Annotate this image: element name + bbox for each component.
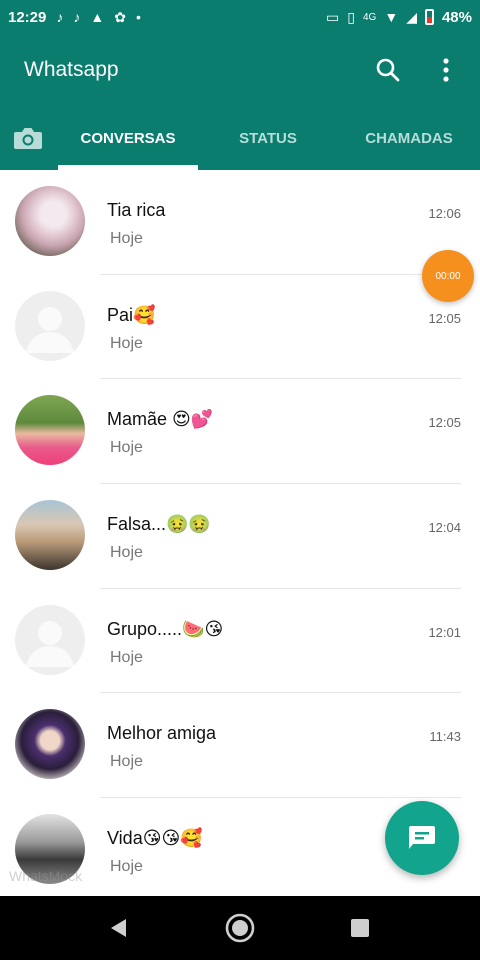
chat-preview: Hoje — [110, 648, 143, 666]
message-icon — [409, 826, 435, 849]
more-vert-icon — [443, 58, 449, 82]
system-icons: ▭ ▯ 4G ▼ ◢ 48% — [326, 0, 472, 34]
camera-icon — [14, 128, 42, 149]
chat-name: Grupo.....🍉😘 — [107, 618, 224, 639]
app-title: Whatsapp — [24, 58, 119, 81]
chat-row[interactable]: Tia rica Hoje 12:06 — [0, 170, 480, 275]
chat-name: Falsa...🤢🤢 — [107, 514, 211, 535]
chat-preview: Hoje — [110, 439, 143, 457]
battery-icon — [424, 9, 434, 25]
search-icon — [376, 58, 400, 82]
recording-indicator[interactable]: 00:00 — [422, 250, 474, 302]
notification-icons: ♪ ♪ ▲ ✿ • — [56, 9, 141, 26]
tab-status[interactable]: STATUS — [200, 130, 336, 147]
tiktok-icon: ♪ — [56, 9, 64, 25]
dot-icon: • — [135, 9, 141, 25]
tab-chamadas[interactable]: CHAMADAS — [338, 130, 480, 147]
tab-conversas[interactable]: CONVERSAS — [58, 130, 198, 147]
status-time: 12:29 — [8, 8, 47, 26]
chat-preview: Hoje — [110, 334, 143, 352]
notification-icon: ✿ — [114, 8, 126, 25]
navigation-bar — [0, 896, 480, 960]
watermark: WhatsMock — [9, 868, 83, 884]
chat-name: Tia rica — [107, 200, 166, 220]
avatar — [15, 186, 85, 256]
chat-row[interactable]: Grupo.....🍉😘 Hoje 12:01 — [0, 589, 480, 694]
chat-name: Pai🥰 — [107, 304, 156, 325]
tab-camera[interactable] — [12, 124, 44, 152]
new-chat-button[interactable] — [385, 801, 459, 875]
status-bar: 12:29 ♪ ♪ ▲ ✿ • ▭ ▯ 4G ▼ ◢ 48% — [0, 0, 480, 34]
chat-name: Vida😘😘🥰 — [107, 828, 203, 849]
nav-home-button[interactable] — [220, 910, 260, 946]
home-icon — [225, 913, 255, 943]
warning-icon: ▲ — [90, 9, 105, 25]
avatar — [15, 709, 85, 780]
chat-list: Tia rica Hoje 12:06 Pai🥰 Hoje 12:05 Mamã… — [0, 170, 480, 896]
chat-time: 12:06 — [428, 206, 461, 221]
chat-row[interactable]: Pai🥰 Hoje 12:05 — [0, 275, 480, 380]
chat-name: Melhor amiga — [107, 723, 217, 744]
chat-preview: Hoje — [110, 858, 143, 876]
chat-preview: Hoje — [110, 230, 143, 247]
app-bar: Whatsapp — [0, 34, 480, 108]
back-icon — [111, 919, 126, 937]
search-button[interactable] — [370, 52, 406, 88]
chat-time: 12:05 — [428, 310, 461, 326]
cast-icon: ▭ — [326, 8, 340, 25]
battery-percent: 48% — [441, 8, 472, 26]
default-avatar-icon — [15, 290, 85, 361]
chat-preview: Hoje — [110, 753, 143, 771]
chat-name: Mamãe 😍💕 — [107, 409, 214, 430]
more-options-button[interactable] — [428, 52, 464, 88]
tiktok-icon: ♪ — [73, 9, 81, 25]
avatar — [15, 395, 85, 466]
chat-time: 12:05 — [428, 415, 461, 431]
chat-preview: Hoje — [110, 544, 143, 562]
chat-time: 11:43 — [429, 729, 461, 745]
chat-time: 12:01 — [428, 624, 461, 640]
network-label: 4G — [362, 11, 377, 23]
chat-row[interactable]: Mamãe 😍💕 Hoje 12:05 — [0, 379, 480, 485]
default-avatar-icon — [15, 604, 85, 675]
header: 12:29 ♪ ♪ ▲ ✿ • ▭ ▯ 4G ▼ ◢ 48% Whatsapp — [0, 0, 480, 170]
tab-bar: CONVERSAS STATUS CHAMADAS — [0, 108, 480, 170]
recents-icon — [351, 919, 369, 937]
signal-icon: ◢ — [406, 8, 417, 25]
chat-row[interactable]: Falsa...🤢🤢 Hoje 12:04 — [0, 484, 480, 589]
vibrate-icon: ▯ — [347, 8, 355, 25]
nav-recents-button[interactable] — [340, 910, 380, 946]
nav-back-button[interactable] — [98, 910, 138, 946]
chat-row[interactable]: Melhor amiga Hoje 11:43 — [0, 693, 480, 799]
avatar — [15, 500, 85, 571]
chat-time: 12:04 — [428, 520, 461, 536]
wifi-icon: ▼ — [384, 9, 399, 25]
